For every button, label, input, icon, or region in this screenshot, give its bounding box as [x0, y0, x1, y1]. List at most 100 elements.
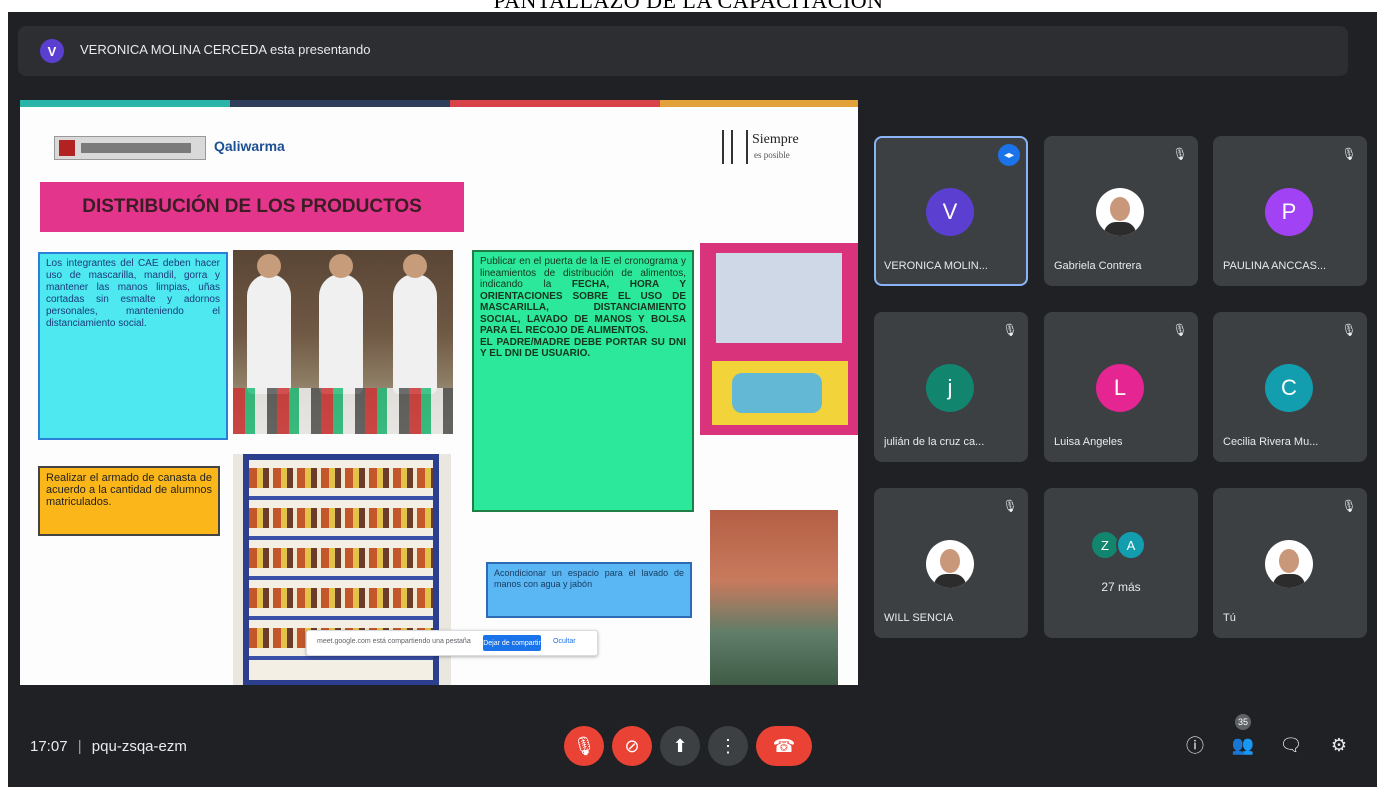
activities-icon: ⚙ — [1330, 734, 1348, 755]
avatar: C — [1265, 364, 1313, 412]
mic-off-icon: 🎙 — [1172, 147, 1188, 161]
schedule-dni-text: EL PADRE/MADRE DEBE PORTAR SU DNI Y EL D… — [480, 336, 686, 360]
camera-toggle-button[interactable]: ⊘ — [612, 726, 652, 766]
more-options-button[interactable]: ⋮ — [708, 726, 748, 766]
participant-tile[interactable]: 🎙 WILL SENCIA — [874, 488, 1028, 638]
avatar-photo — [926, 540, 974, 588]
meeting-time: 17:07 — [30, 738, 68, 755]
shared-slide: Qaliwarma Siempre es posible DISTRIBUCIÓ… — [20, 100, 858, 685]
participant-name: Gabriela Contrera — [1054, 260, 1142, 272]
stop-sharing-button[interactable]: Dejar de compartir — [483, 635, 541, 651]
participant-tile[interactable]: 🎙 j julián de la cruz ca... — [874, 312, 1028, 462]
shelf-goods — [249, 468, 433, 488]
participant-name: Tú — [1223, 612, 1236, 624]
person-figure — [247, 254, 291, 394]
participant-name: Luisa Angeles — [1054, 436, 1123, 448]
poster-sign — [712, 361, 848, 425]
schedule-textbox: Publicar en el puerta de la IE el cronog… — [472, 250, 694, 512]
meeting-details-button[interactable]: ⓘ — [1180, 730, 1210, 760]
stripe-2 — [230, 100, 450, 107]
shelf-goods — [249, 588, 433, 608]
participant-name: PAULINA ANCCAS... — [1223, 260, 1327, 272]
avatar-photo — [1265, 540, 1313, 588]
chat-button[interactable]: 🗨 — [1276, 730, 1306, 760]
avatar: A — [1116, 530, 1146, 560]
mic-off-icon: 🎙 — [1341, 323, 1357, 337]
mic-off-icon: 🎙 — [1002, 499, 1018, 513]
separator: | — [77, 738, 82, 755]
participant-name: WILL SENCIA — [884, 612, 954, 624]
participant-tile[interactable]: 🎙 L Luisa Angeles — [1044, 312, 1198, 462]
presenter-bar: V VERONICA MOLINA CERCEDA esta presentan… — [18, 26, 1348, 76]
people-icon: 👥 — [1231, 734, 1255, 755]
mic-off-icon: 🎙 — [1341, 499, 1357, 513]
presenter-avatar: V — [40, 39, 64, 63]
qaliwarma-logo: Qaliwarma — [214, 138, 285, 154]
handwash-textbox: Acondicionar un espacio para el lavado d… — [486, 562, 692, 618]
people-button[interactable]: 👥 — [1228, 730, 1258, 760]
meeting-code: pqu-zsqa-ezm — [91, 738, 187, 755]
siempre-subtext: es posible — [754, 150, 790, 160]
mic-off-icon: 🎙 — [1002, 323, 1018, 337]
participant-tile[interactable]: 🎙 C Cecilia Rivera Mu... — [1213, 312, 1367, 462]
mic-off-icon: 🎙 — [1172, 323, 1188, 337]
sharing-message: meet.google.com está compartiendo una pe… — [317, 638, 471, 645]
avatar: L — [1096, 364, 1144, 412]
info-icon: ⓘ — [1186, 736, 1204, 756]
activities-button[interactable]: ⚙ — [1324, 730, 1354, 760]
more-participants-tile[interactable]: Z A 27 más — [1044, 488, 1198, 638]
meet-window: V VERONICA MOLINA CERCEDA esta presentan… — [8, 12, 1377, 787]
person-figure — [319, 254, 363, 394]
avatar: V — [926, 188, 974, 236]
presenter-label: VERONICA MOLINA CERCEDA esta presentando — [80, 42, 371, 57]
person-figure — [393, 254, 437, 394]
participant-tile[interactable]: 🎙 P PAULINA ANCCAS... — [1213, 136, 1367, 286]
shelf-goods — [249, 548, 433, 568]
avatar: j — [926, 364, 974, 412]
self-tile[interactable]: 🎙 Tú — [1213, 488, 1367, 638]
hangup-icon: ☎ — [772, 735, 796, 756]
participant-name: julián de la cruz ca... — [884, 436, 985, 448]
stripe-1 — [20, 100, 230, 107]
basket-textbox: Realizar el armado de canasta de acuerdo… — [38, 466, 220, 536]
hygiene-textbox: Los integrantes del CAE deben hacer uso … — [38, 252, 228, 440]
present-button[interactable]: ⬆ — [660, 726, 700, 766]
hide-notification-button[interactable]: Ocultar — [553, 638, 576, 645]
slide-title: DISTRIBUCIÓN DE LOS PRODUCTOS — [82, 196, 422, 217]
chat-icon: 🗨 — [1279, 734, 1303, 755]
peru-ministry-logo — [54, 136, 206, 160]
mic-toggle-button[interactable]: 🎙 — [564, 726, 604, 766]
shelf-goods — [249, 508, 433, 528]
present-icon: ⬆ — [672, 735, 688, 756]
handwash-photo — [710, 510, 838, 685]
camera-off-icon: ⊘ — [624, 735, 640, 756]
people-count-badge: 35 — [1235, 714, 1251, 730]
mic-off-icon: 🎙 — [572, 735, 596, 756]
sharing-notification: meet.google.com está compartiendo una pe… — [306, 630, 598, 656]
gov-logo: Qaliwarma — [54, 136, 285, 160]
slide-title-box: DISTRIBUCIÓN DE LOS PRODUCTOS — [40, 182, 464, 232]
avatar-photo — [1096, 188, 1144, 236]
leave-call-button[interactable]: ☎ — [756, 726, 812, 766]
participant-name: Cecilia Rivera Mu... — [1223, 436, 1319, 448]
siempre-logo: Siempre es posible — [722, 130, 842, 170]
speaking-indicator-icon: ◂▸ — [998, 144, 1020, 166]
avatar: P — [1265, 188, 1313, 236]
mic-off-icon: 🎙 — [1341, 147, 1357, 161]
poster-photo — [700, 243, 858, 435]
staff-photo — [233, 250, 453, 434]
pillars-icon — [722, 130, 748, 164]
meeting-controls-bar: 17:07 | pqu-zsqa-ezm 🎙 ⊘ ⬆ ⋮ ☎ ⓘ 35 👥 🗨 … — [8, 692, 1377, 787]
participant-tile[interactable]: ◂▸ V VERONICA MOLIN... — [874, 136, 1028, 286]
siempre-text: Siempre — [752, 132, 799, 147]
stripe-3 — [450, 100, 660, 107]
poster-sheet — [716, 253, 842, 343]
more-participants-label: 27 más — [1101, 580, 1141, 594]
stripe-4 — [660, 100, 858, 107]
more-avatars: Z A — [1086, 530, 1156, 560]
participant-tile[interactable]: 🎙 Gabriela Contrera — [1044, 136, 1198, 286]
participant-name: VERONICA MOLIN... — [884, 260, 988, 272]
products-table — [233, 388, 453, 434]
meeting-info: 17:07 | pqu-zsqa-ezm — [30, 738, 187, 755]
more-vert-icon: ⋮ — [719, 735, 737, 756]
